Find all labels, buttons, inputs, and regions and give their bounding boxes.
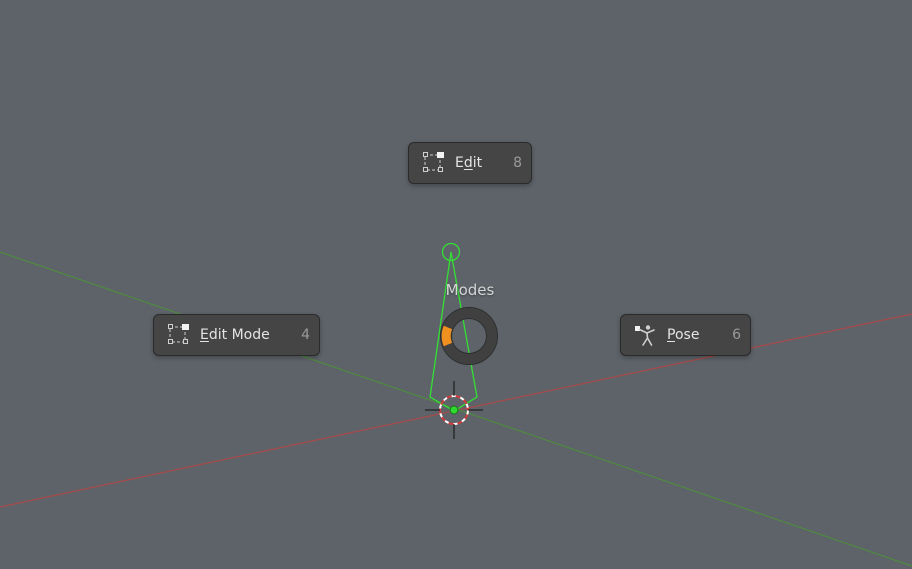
pie-item-label: Edit bbox=[455, 155, 483, 171]
pose-icon bbox=[635, 325, 655, 346]
shortcut-key: 4 bbox=[301, 327, 310, 343]
pie-direction-indicator bbox=[441, 325, 453, 347]
bone-head-joint[interactable] bbox=[449, 405, 459, 415]
shortcut-key: 8 bbox=[513, 155, 522, 171]
pie-item-edit-mode[interactable]: Edit Mode 4 bbox=[153, 314, 320, 356]
pie-center-ring bbox=[440, 307, 498, 365]
edit-mode-icon bbox=[168, 324, 189, 344]
edit-mode-icon bbox=[423, 152, 444, 172]
shortcut-key: 6 bbox=[732, 327, 741, 343]
pie-item-label: Pose bbox=[667, 327, 700, 343]
pie-item-edit[interactable]: Edit 8 bbox=[408, 142, 532, 184]
pie-menu-title: Modes bbox=[445, 281, 495, 299]
pie-item-pose[interactable]: Pose 6 bbox=[620, 314, 751, 356]
pie-item-label: Edit Mode bbox=[200, 327, 270, 343]
3d-viewport[interactable]: Modes Edit 8 Edit Mode 4 Pose 6 bbox=[0, 0, 912, 569]
